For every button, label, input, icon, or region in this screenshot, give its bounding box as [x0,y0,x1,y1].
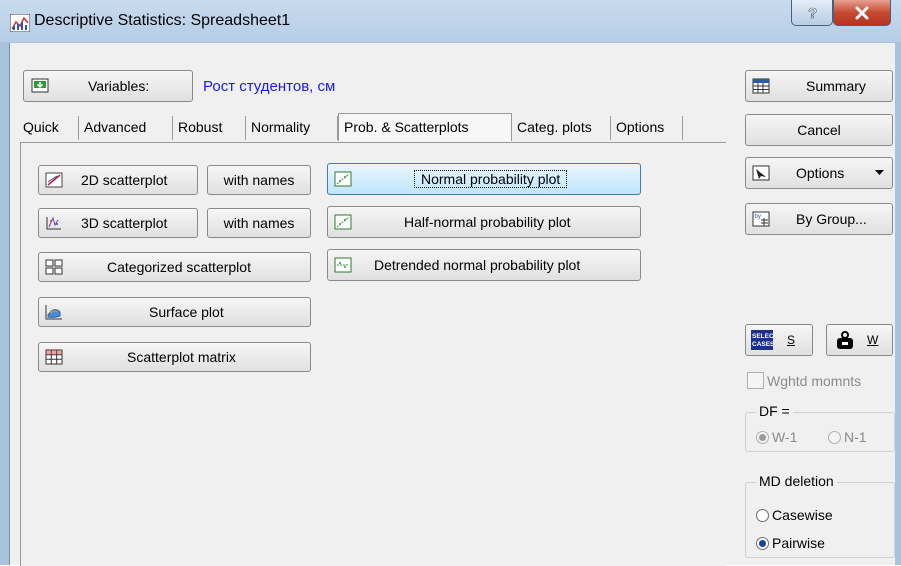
surface-plot-label: Surface plot [149,304,224,320]
categorized-grid-icon [45,259,63,275]
summary-button[interactable]: Summary [745,70,893,102]
scatterplot-3d-label: 3D scatterplot [81,215,168,231]
weight-letter: W [867,333,879,347]
tab-label: Prob. & Scatterplots [344,119,469,135]
tab-categ-plots[interactable]: Categ. plots [512,116,611,140]
with-names-button-2[interactable]: with names [207,208,311,238]
matrix-icon [45,349,63,365]
df-w1-radio[interactable]: W-1 [756,429,797,445]
df-title: DF = [756,403,793,419]
wghtd-momnts-label: Wghtd momnts [767,372,862,389]
weight-icon [837,331,853,349]
tab-options[interactable]: Options [611,116,683,140]
scatterplot-2d-label: 2D scatterplot [81,172,168,188]
select-cases-button[interactable]: SELECT CASES S [745,324,813,356]
scatterplot-matrix-label: Scatterplot matrix [127,349,236,365]
probability-plot-icon [334,257,352,273]
probability-plot-icon [334,214,352,230]
radio-indicator [756,536,769,550]
tab-quick[interactable]: Quick [18,116,79,140]
weight-button[interactable]: W [826,324,893,356]
tab-label: Categ. plots [517,119,592,135]
tab-prob-scatterplots[interactable]: Prob. & Scatterplots [338,113,512,141]
by-group-icon: by [752,211,770,227]
variables-button[interactable]: Variables: [23,70,193,102]
options-dropdown-button[interactable]: Options [745,157,893,189]
with-names-label: with names [223,172,295,188]
with-names-label: with names [223,215,295,231]
close-icon [855,6,869,19]
options-label: Options [796,165,845,181]
chevron-down-icon [875,170,884,175]
tab-label: Advanced [84,119,147,135]
app-icon [10,14,30,32]
scatterplot-3d-button[interactable]: 3D scatterplot [38,208,198,238]
by-group-label: By Group... [796,211,867,227]
cancel-label: Cancel [797,122,841,138]
close-button[interactable] [833,0,891,26]
scatter-2d-icon [45,172,63,188]
dialog-window: Descriptive Statistics: Spreadsheet1 ? V… [0,0,901,566]
options-icon [752,165,770,181]
pairwise-radio[interactable]: Pairwise [756,535,825,551]
variables-icon [31,78,49,93]
radio-indicator [828,430,841,444]
wghtd-momnts-checkbox[interactable]: Wghtd momnts [747,372,861,389]
casewise-label: Casewise [772,507,833,523]
detrended-probability-plot-label: Detrended normal probability plot [374,257,581,273]
scatterplot-matrix-button[interactable]: Scatterplot matrix [38,342,311,372]
checkbox-box [747,372,764,389]
casewise-radio[interactable]: Casewise [756,507,833,523]
window-title: Descriptive Statistics: Spreadsheet1 [34,12,291,29]
probability-plot-icon [334,171,352,187]
svg-text:CASES: CASES [752,341,773,348]
md-deletion-groupbox: MD deletion Casewise Pairwise [745,473,895,558]
svg-text:?: ? [808,5,817,22]
scatterplot-2d-button[interactable]: 2D scatterplot [38,165,198,195]
question-icon: ? [808,4,818,22]
variables-value: Рост студентов, см [203,78,336,95]
pairwise-label: Pairwise [772,535,825,551]
tab-label: Quick [23,119,59,135]
df-n1-label: N-1 [844,429,867,445]
scatter-3d-icon [46,216,61,230]
tab-advanced[interactable]: Advanced [79,116,173,140]
radio-indicator [756,430,769,444]
categorized-scatterplot-button[interactable]: Categorized scatterplot [38,252,311,282]
surface-icon [45,305,62,320]
df-groupbox: DF = W-1 N-1 [745,403,895,452]
surface-plot-button[interactable]: Surface plot [38,297,311,327]
md-deletion-title: MD deletion [756,473,837,489]
svg-text:by: by [755,214,761,220]
tab-robust[interactable]: Robust [173,116,246,140]
tab-label: Robust [178,119,223,135]
tab-label: Normality [251,119,311,135]
half-normal-probability-plot-button[interactable]: Half-normal probability plot [327,206,641,238]
radio-indicator [756,508,769,522]
summary-label: Summary [806,78,866,94]
tab-normality[interactable]: Normality [246,116,338,140]
tab-label: Options [616,119,665,135]
df-n1-radio[interactable]: N-1 [828,429,867,445]
normal-probability-plot-label: Normal probability plot [414,170,568,188]
with-names-button-1[interactable]: with names [207,165,311,195]
help-button[interactable]: ? [791,0,833,26]
by-group-button[interactable]: by By Group... [745,203,893,235]
df-w1-label: W-1 [772,429,798,445]
categorized-scatterplot-label: Categorized scatterplot [107,259,251,275]
variables-label: Variables: [88,78,150,94]
detrended-probability-plot-button[interactable]: Detrended normal probability plot [327,249,641,281]
cancel-button[interactable]: Cancel [745,114,893,146]
title-bar[interactable]: Descriptive Statistics: Spreadsheet1 ? [0,0,901,42]
select-cases-letter: S [787,333,796,347]
summary-table-icon [752,78,770,94]
select-cases-icon: SELECT CASES [751,330,773,350]
half-normal-probability-plot-label: Half-normal probability plot [404,214,571,230]
normal-probability-plot-button[interactable]: Normal probability plot [327,163,641,195]
svg-text:SELECT: SELECT [752,333,773,340]
